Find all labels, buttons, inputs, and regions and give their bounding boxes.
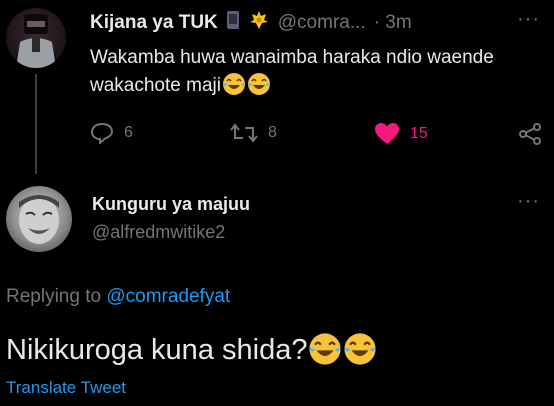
reply-icon (90, 122, 114, 144)
tweet-text: Wakamba huwa wanaimba haraka ndio waende… (90, 44, 530, 100)
tweet-text: Nikikuroga kuna shida? (6, 332, 377, 367)
tears-of-joy-emoji (247, 73, 270, 95)
share-icon (519, 123, 541, 145)
display-name[interactable]: Kunguru ya majuu (92, 194, 250, 215)
user-handle[interactable]: @alfredmwitike2 (92, 222, 225, 243)
user-handle[interactable]: @comra... (278, 12, 366, 34)
avatar-face-icon (19, 195, 59, 244)
like-count: 15 (410, 125, 428, 142)
reply-count: 6 (124, 124, 133, 141)
tears-of-joy-emoji (344, 333, 377, 365)
tears-of-joy-emoji (222, 73, 245, 95)
timestamp[interactable]: · 3m (374, 12, 412, 34)
original-tweet[interactable]: Kijana ya TUK @comra... · 3m ··· Wakamba… (0, 0, 554, 174)
heart-icon (375, 123, 399, 144)
user-avatar[interactable] (6, 8, 66, 68)
crown-emblem-icon (248, 10, 270, 35)
user-avatar[interactable] (6, 186, 72, 252)
more-options-icon[interactable]: ··· (517, 8, 540, 31)
reply-button[interactable]: 6 (90, 122, 133, 144)
translate-tweet-link[interactable]: Translate Tweet (6, 378, 126, 398)
tweet-text-content: Wakamba huwa wanaimba haraka ndio waende… (90, 47, 494, 96)
more-options-icon[interactable]: ··· (517, 190, 540, 213)
like-button[interactable]: 15 (374, 122, 428, 146)
share-button[interactable] (518, 122, 542, 146)
avatar-figure-icon (16, 14, 56, 68)
reply-tweet[interactable]: Kunguru ya majuu @alfredmwitike2 ··· Rep… (0, 180, 554, 406)
tweet-actions: 6 8 15 (90, 122, 550, 148)
replying-prefix: Replying to (6, 286, 102, 307)
retweet-count: 8 (268, 124, 277, 141)
display-name[interactable]: Kijana ya TUK (90, 12, 218, 34)
replying-to: Replying to @comradefyat (6, 286, 230, 308)
tweet-text-content: Nikikuroga kuna shida? (6, 334, 308, 366)
mention-link[interactable]: @comradefyat (106, 286, 230, 307)
retweet-icon (230, 123, 258, 143)
retweet-button[interactable]: 8 (230, 122, 277, 144)
tears-of-joy-emoji (309, 333, 342, 365)
thread-connector (35, 74, 37, 174)
phone-icon (226, 10, 240, 35)
tweet-header: Kijana ya TUK @comra... · 3m (90, 10, 412, 35)
